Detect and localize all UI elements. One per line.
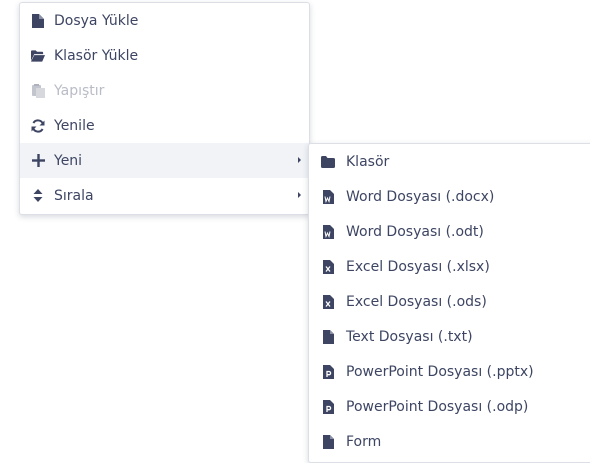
- word-file-icon: [321, 224, 335, 239]
- submenu-item-label: Excel Dosyası (.ods): [346, 293, 487, 310]
- submenu-item-label: Text Dosyası (.txt): [346, 328, 473, 345]
- submenu-item-word-docx[interactable]: Word Dosyası (.docx): [309, 179, 590, 214]
- folder-open-icon: [31, 49, 45, 63]
- submenu-item-label: Excel Dosyası (.xlsx): [346, 258, 490, 275]
- folder-icon: [321, 155, 335, 169]
- refresh-icon: [31, 118, 45, 133]
- excel-file-icon: [321, 259, 335, 274]
- menu-item-paste[interactable]: Yapıştır: [20, 73, 309, 108]
- menu-item-label: Yapıştır: [54, 82, 105, 99]
- text-file-icon: [321, 329, 335, 344]
- excel-file-icon: [321, 294, 335, 309]
- submenu-item-excel-xlsx[interactable]: Excel Dosyası (.xlsx): [309, 249, 590, 284]
- submenu-arrow-icon: [298, 192, 301, 198]
- sort-icon: [31, 189, 45, 203]
- menu-item-upload-folder[interactable]: Klasör Yükle: [20, 38, 309, 73]
- plus-icon: [31, 154, 45, 168]
- form-icon: [321, 434, 335, 449]
- submenu-item-label: PowerPoint Dosyası (.pptx): [346, 363, 534, 380]
- submenu-item-text-txt[interactable]: Text Dosyası (.txt): [309, 319, 590, 354]
- menu-item-upload-file[interactable]: Dosya Yükle: [20, 3, 309, 38]
- menu-item-label: Klasör Yükle: [54, 47, 139, 64]
- powerpoint-file-icon: [321, 364, 335, 379]
- menu-item-new[interactable]: Yeni: [20, 143, 309, 178]
- menu-item-label: Dosya Yükle: [54, 12, 139, 29]
- submenu-item-label: Word Dosyası (.odt): [346, 223, 484, 240]
- paste-icon: [31, 83, 45, 98]
- menu-item-label: Yenile: [54, 117, 95, 134]
- menu-item-label: Sırala: [54, 187, 94, 204]
- submenu-item-folder[interactable]: Klasör: [309, 144, 590, 179]
- file-upload-icon: [31, 13, 45, 28]
- menu-item-refresh[interactable]: Yenile: [20, 108, 309, 143]
- submenu-item-form[interactable]: Form: [309, 424, 590, 459]
- submenu-item-label: PowerPoint Dosyası (.odp): [346, 398, 529, 415]
- submenu-item-excel-ods[interactable]: Excel Dosyası (.ods): [309, 284, 590, 319]
- submenu-item-word-odt[interactable]: Word Dosyası (.odt): [309, 214, 590, 249]
- submenu-item-powerpoint-odp[interactable]: PowerPoint Dosyası (.odp): [309, 389, 590, 424]
- word-file-icon: [321, 189, 335, 204]
- submenu-item-label: Word Dosyası (.docx): [346, 188, 495, 205]
- submenu-item-label: Form: [346, 433, 382, 450]
- menu-item-sort[interactable]: Sırala: [20, 178, 309, 213]
- submenu-item-powerpoint-pptx[interactable]: PowerPoint Dosyası (.pptx): [309, 354, 590, 389]
- submenu-arrow-icon: [298, 157, 301, 163]
- submenu-item-label: Klasör: [346, 153, 390, 170]
- new-submenu: Klasör Word Dosyası (.docx) Word Dosyası…: [308, 143, 590, 463]
- menu-item-label: Yeni: [54, 152, 83, 169]
- powerpoint-file-icon: [321, 399, 335, 414]
- context-menu: Dosya Yükle Klasör Yükle Yapıştır Yenile…: [19, 2, 310, 215]
